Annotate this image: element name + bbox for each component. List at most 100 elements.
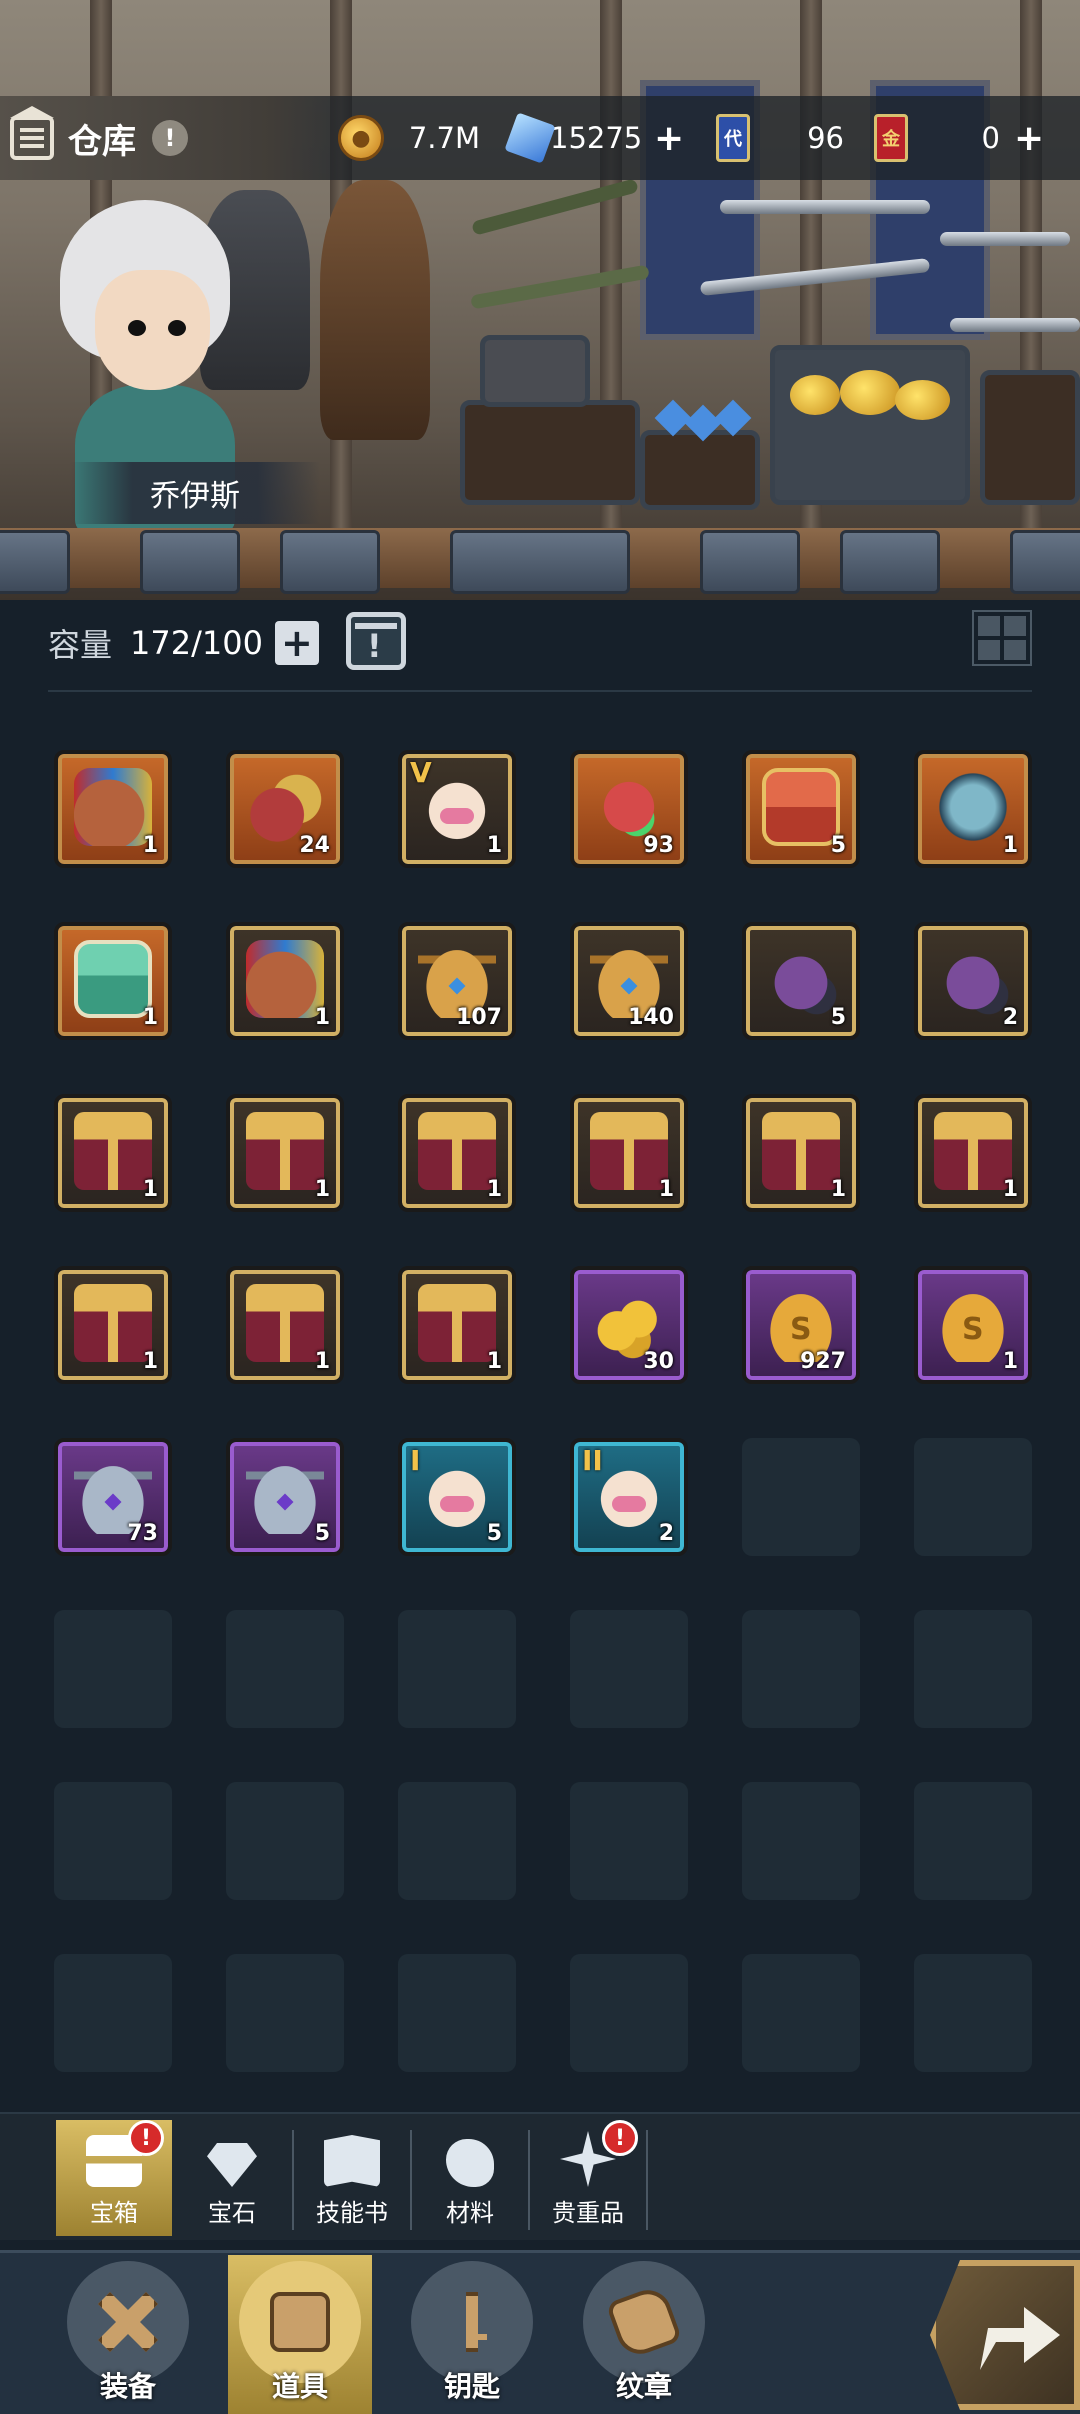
- inventory-item[interactable]: 2: [914, 922, 1032, 1040]
- tab-material[interactable]: 材料: [412, 2120, 528, 2236]
- item-count: 1: [1002, 833, 1018, 858]
- giftbox-icon: [246, 1112, 324, 1190]
- inventory-item[interactable]: 1: [226, 1094, 344, 1212]
- nav-emblem[interactable]: 纹章: [572, 2255, 716, 2414]
- hero-name: 乔伊斯: [150, 479, 240, 514]
- item-count: 1: [658, 1177, 674, 1202]
- item-count: 1: [142, 1349, 158, 1374]
- empty-slot: [742, 1782, 860, 1900]
- inventory-item[interactable]: 1: [398, 1094, 516, 1212]
- item-count: 1: [486, 833, 502, 858]
- tab-gem[interactable]: 宝石: [174, 2120, 290, 2236]
- bottom-nav: 装备 道具 钥匙 纹章: [0, 2250, 1080, 2414]
- gold-pile: [840, 370, 900, 415]
- nav-equipment[interactable]: 装备: [56, 2255, 200, 2414]
- add-red-card-button[interactable]: +: [1014, 118, 1044, 159]
- hero-name-plate: 乔伊斯: [70, 462, 320, 524]
- inventory-item[interactable]: 5: [226, 1438, 344, 1556]
- nav-keys[interactable]: 钥匙: [400, 2255, 544, 2414]
- item-count: 5: [486, 1521, 502, 1546]
- sword-decoration: [940, 232, 1070, 246]
- item-count: 93: [643, 833, 674, 858]
- red-card-icon: 金: [874, 114, 908, 162]
- category-tabs: 宝箱 ! 宝石 技能书 材料 贵重品 !: [0, 2112, 1080, 2240]
- inventory-item[interactable]: 5: [742, 922, 860, 1040]
- inventory-item[interactable]: 30: [570, 1266, 688, 1384]
- inventory-item[interactable]: 140: [570, 922, 688, 1040]
- inventory-item[interactable]: 1: [226, 1266, 344, 1384]
- diamond-counter: 15275 +: [504, 108, 690, 168]
- inventory-item[interactable]: 1: [914, 750, 1032, 868]
- item-count: 5: [830, 1005, 846, 1030]
- item-count: 1: [314, 1177, 330, 1202]
- inventory-item[interactable]: 1: [54, 922, 172, 1040]
- inventory-item[interactable]: 1: [54, 1266, 172, 1384]
- inventory-item[interactable]: 1: [570, 1094, 688, 1212]
- grid-view-icon[interactable]: [972, 610, 1032, 666]
- empty-slot: [226, 1782, 344, 1900]
- inventory-item[interactable]: 1: [742, 1094, 860, 1212]
- nav-items[interactable]: 道具: [228, 2255, 372, 2414]
- inventory-item[interactable]: 107: [398, 922, 516, 1040]
- empty-slot: [914, 1610, 1032, 1728]
- nav-label: 装备: [99, 2370, 156, 2403]
- treasure-chest: [980, 370, 1080, 505]
- shelf-stone: [1010, 530, 1080, 594]
- item-count: 5: [314, 1521, 330, 1546]
- inventory-item[interactable]: 1: [914, 1094, 1032, 1212]
- expand-capacity-button[interactable]: +: [274, 621, 319, 665]
- coin-icon: ●: [338, 115, 384, 161]
- inventory-item[interactable]: 5: [742, 750, 860, 868]
- empty-slot: [398, 1610, 516, 1728]
- inventory-row: 1 1 1 1 1 1: [48, 1094, 1032, 1214]
- empty-slot: [226, 1954, 344, 2072]
- inventory-item[interactable]: 93: [570, 750, 688, 868]
- inventory-item[interactable]: V1: [398, 750, 516, 868]
- warehouse-icon: [10, 106, 54, 160]
- empty-slot: [914, 1782, 1032, 1900]
- tab-skill-book[interactable]: 技能书: [294, 2120, 410, 2236]
- sack-icon: [246, 940, 324, 1018]
- inventory-item[interactable]: 1: [54, 750, 172, 868]
- top-bar: 仓库 ! ● 7.7M 15275 + 代 96 金 0 +: [0, 96, 1080, 180]
- inventory-item[interactable]: 927: [742, 1266, 860, 1384]
- item-count: 1: [486, 1349, 502, 1374]
- tab-chest[interactable]: 宝箱 !: [56, 2120, 172, 2236]
- empty-slot: [570, 1782, 688, 1900]
- empty-slot: [570, 1610, 688, 1728]
- giftbox-icon: [246, 1284, 324, 1362]
- treasure-chest: [640, 430, 760, 510]
- item-grade: V: [410, 756, 432, 789]
- capacity-value: 172/100: [130, 624, 263, 662]
- info-icon[interactable]: !: [152, 120, 188, 156]
- giftbox-icon: [74, 1112, 152, 1190]
- tab-label: 宝石: [208, 2199, 256, 2227]
- hero-eye: [168, 320, 186, 336]
- calendar-icon[interactable]: [346, 612, 406, 670]
- gem-icon: [207, 2143, 257, 2187]
- blue-card-icon: 代: [716, 114, 750, 162]
- pod-icon: [418, 1456, 496, 1534]
- inventory-item[interactable]: II 2: [570, 1438, 688, 1556]
- inventory-item[interactable]: 1: [914, 1266, 1032, 1384]
- blue-card-counter: 代 96: [716, 108, 856, 168]
- inventory-row: 73 5 I 5 II 2: [48, 1438, 1032, 1558]
- tab-label: 宝箱: [90, 2199, 138, 2227]
- nav-label: 纹章: [615, 2370, 672, 2403]
- inventory-item[interactable]: 1: [226, 922, 344, 1040]
- add-diamond-button[interactable]: +: [654, 118, 684, 159]
- tab-valuable[interactable]: 贵重品 !: [530, 2120, 646, 2236]
- inventory-item[interactable]: I5: [398, 1438, 516, 1556]
- inventory-row: [48, 1782, 1032, 1902]
- giftbox-icon: [762, 1112, 840, 1190]
- storage-room-scene: 乔伊斯: [0, 0, 1080, 600]
- inventory-item[interactable]: 24: [226, 750, 344, 868]
- inventory-item[interactable]: 73: [54, 1438, 172, 1556]
- inventory-item[interactable]: 1: [54, 1094, 172, 1212]
- inventory-item[interactable]: 1: [398, 1266, 516, 1384]
- item-count: 1: [142, 1005, 158, 1030]
- item-count: 30: [643, 1349, 674, 1374]
- hero-face: [95, 270, 210, 390]
- goto-button[interactable]: [930, 2260, 1080, 2410]
- armor-stand: [320, 180, 430, 440]
